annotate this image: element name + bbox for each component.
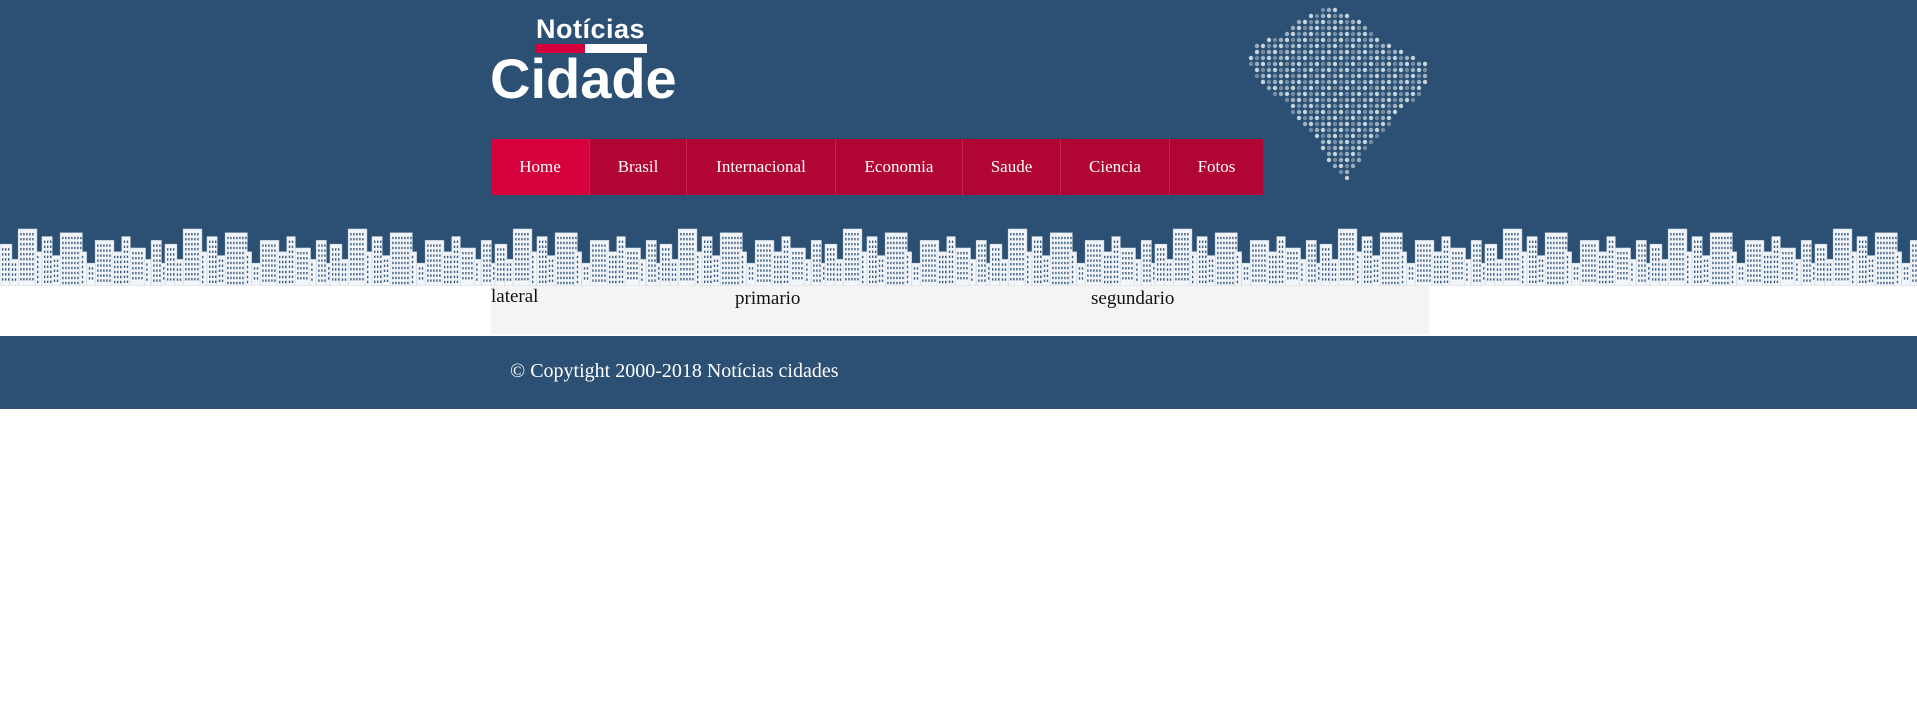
- logo-main-text: Cidade: [490, 47, 677, 110]
- site-logo[interactable]: Notícias Cidade: [490, 14, 690, 110]
- nav-item-saude[interactable]: Saude: [963, 139, 1061, 195]
- main-nav: Home Brasil Internacional Economia Saude…: [491, 139, 1263, 195]
- city-skyline-icon: [0, 228, 1917, 286]
- lateral-column-label: lateral: [491, 286, 539, 307]
- nav-item-internacional[interactable]: Internacional: [687, 139, 836, 195]
- nav-item-economia[interactable]: Economia: [836, 139, 963, 195]
- logo-top-text: Notícias: [536, 14, 646, 44]
- content-area: lateral primario segundario: [491, 286, 1429, 334]
- primario-column-label: primario: [735, 288, 801, 309]
- copyright-text: © Copytight 2000-2018 Notícias cidades: [510, 360, 839, 382]
- nav-item-fotos[interactable]: Fotos: [1170, 139, 1263, 195]
- nav-item-home[interactable]: Home: [491, 139, 590, 195]
- nav-item-brasil[interactable]: Brasil: [590, 139, 687, 195]
- brazil-map-dots-icon: [1248, 7, 1428, 181]
- site-footer: © Copytight 2000-2018 Notícias cidades: [0, 336, 1917, 409]
- site-header: Notícias Cidade Home Brasil Internaciona…: [0, 0, 1917, 286]
- nav-item-ciencia[interactable]: Ciencia: [1061, 139, 1170, 195]
- segundario-column-label: segundario: [1091, 288, 1175, 309]
